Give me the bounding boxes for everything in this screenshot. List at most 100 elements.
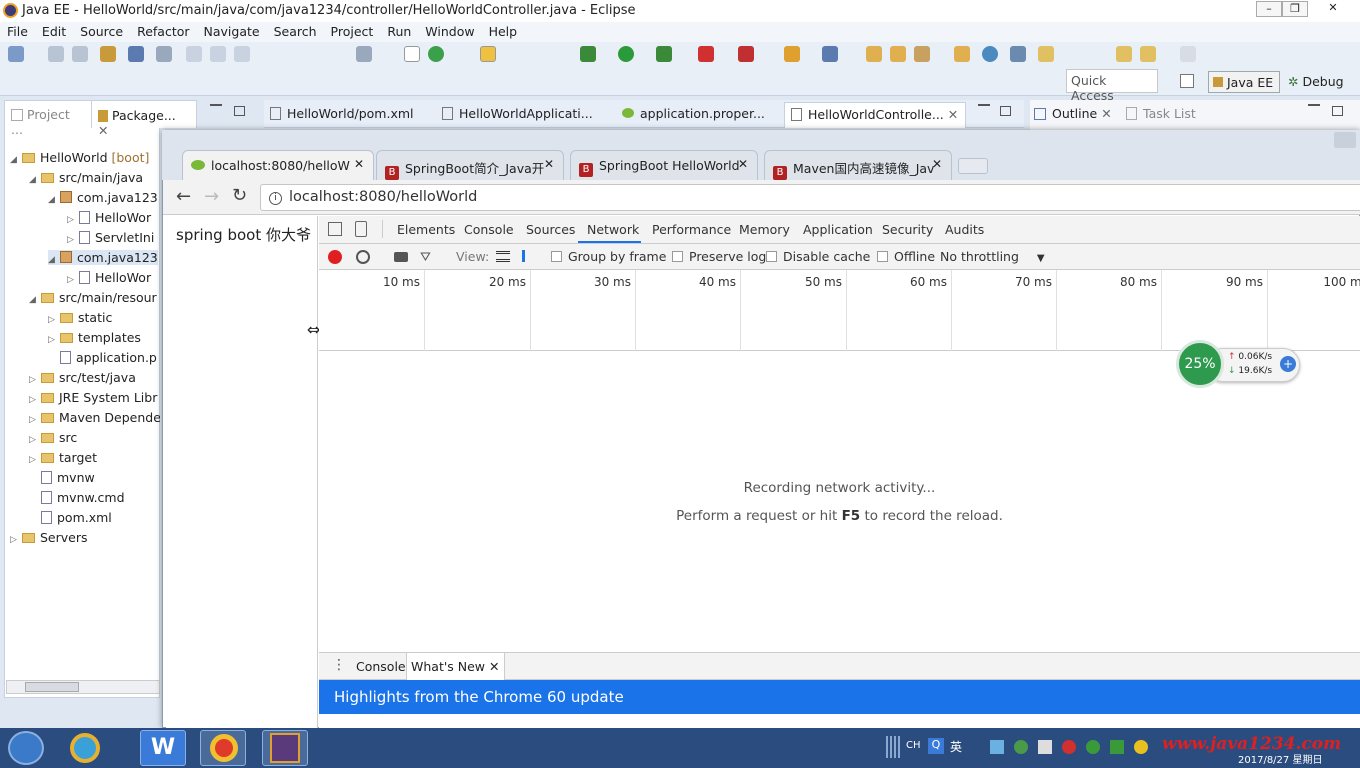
highlight-icon[interactable] xyxy=(480,46,496,62)
disable-cache-checkbox[interactable]: Disable cache xyxy=(766,249,870,264)
web-icon[interactable] xyxy=(428,46,444,62)
devtools-tab-sources[interactable]: Sources xyxy=(526,222,575,237)
new-icon[interactable] xyxy=(8,46,24,62)
devtools-tab-security[interactable]: Security xyxy=(882,222,933,237)
menu-edit[interactable]: Edit xyxy=(35,22,73,39)
tree-item[interactable]: ◢ HelloWorld [boot] xyxy=(10,150,149,165)
collapsed-arrow-icon[interactable]: ▷ xyxy=(48,335,60,345)
ime-search-icon[interactable]: Q xyxy=(928,738,944,754)
collapsed-arrow-icon[interactable]: ▷ xyxy=(29,375,41,385)
tray-shield-icon[interactable] xyxy=(1110,740,1124,754)
maximize-outline-icon[interactable] xyxy=(1332,106,1343,116)
menu-navigate[interactable]: Navigate xyxy=(197,22,267,39)
pin-icon[interactable] xyxy=(1038,46,1054,62)
tree-item[interactable]: mvnw.cmd xyxy=(29,490,125,505)
forward-icon[interactable] xyxy=(1180,46,1196,62)
expanded-arrow-icon[interactable]: ◢ xyxy=(48,255,60,265)
ime-english[interactable]: 英 xyxy=(950,738,962,755)
terminate-icon[interactable] xyxy=(234,46,250,62)
waterfall-icon[interactable] xyxy=(522,250,538,262)
large-rows-icon[interactable] xyxy=(496,251,510,262)
open-task-icon[interactable] xyxy=(890,46,906,62)
run-config-icon[interactable] xyxy=(656,46,672,62)
checkbox-box[interactable] xyxy=(877,251,888,262)
inspect-element-icon[interactable] xyxy=(328,222,342,236)
collapsed-arrow-icon[interactable]: ▷ xyxy=(29,415,41,425)
tree-item[interactable]: ▷ Maven Depende xyxy=(29,410,160,425)
tray-plus-icon[interactable] xyxy=(1134,740,1148,754)
open-type-icon[interactable] xyxy=(866,46,882,62)
collapsed-arrow-icon[interactable]: ▷ xyxy=(29,395,41,405)
horizontal-scrollbar[interactable] xyxy=(6,680,160,694)
clear-icon[interactable] xyxy=(356,250,370,264)
ime-ch[interactable]: CH xyxy=(906,740,921,751)
tray-globe-icon[interactable] xyxy=(1014,740,1028,754)
tree-item[interactable]: ▷ src/test/java xyxy=(29,370,136,385)
offline-checkbox[interactable]: Offline xyxy=(877,249,935,264)
devtools-tab-performance[interactable]: Performance xyxy=(652,222,731,237)
tab-task-list[interactable]: Task List xyxy=(1126,106,1196,128)
tree-item[interactable]: ◢ src/main/resour xyxy=(29,290,157,305)
tree-item[interactable]: ▷ src xyxy=(29,430,77,445)
chrome-tab-springboot-helloworld[interactable]: B SpringBoot HelloWorld xyxy=(570,150,758,180)
expanded-arrow-icon[interactable]: ◢ xyxy=(48,195,60,205)
stop-server-icon[interactable] xyxy=(698,46,714,62)
collapsed-arrow-icon[interactable]: ▷ xyxy=(67,215,79,225)
quick-access-input[interactable]: Quick Access xyxy=(1066,69,1158,103)
devtools-tab-memory[interactable]: Memory xyxy=(739,222,790,237)
screenshot-icon[interactable] xyxy=(394,252,408,262)
close-tab-icon[interactable]: ✕ xyxy=(1101,106,1111,121)
tray-security-icon[interactable] xyxy=(1086,740,1100,754)
tab-package-explorer[interactable]: Package... ✕ xyxy=(91,100,197,138)
group-by-frame-checkbox[interactable]: Group by frame xyxy=(551,249,666,264)
tree-item[interactable]: ▷ static xyxy=(48,310,112,325)
devtools-tab-network[interactable]: Network xyxy=(587,222,639,237)
maximize-view-icon[interactable] xyxy=(234,106,245,116)
close-tab-icon[interactable]: ✕ xyxy=(932,157,942,171)
collapsed-arrow-icon[interactable]: ▷ xyxy=(67,235,79,245)
taskbar-app-word[interactable]: W xyxy=(140,730,186,766)
open-perspective-icon[interactable] xyxy=(1180,74,1194,88)
build-icon[interactable] xyxy=(100,46,116,62)
collapsed-arrow-icon[interactable]: ▷ xyxy=(48,315,60,325)
editor-tab-controller[interactable]: HelloWorldControlle... ✕ xyxy=(784,102,966,128)
new-tab-button[interactable] xyxy=(958,158,988,174)
expanded-arrow-icon[interactable]: ◢ xyxy=(29,295,41,305)
minimize-button[interactable]: – xyxy=(1256,1,1282,17)
filter-icon[interactable]: ⛛ xyxy=(420,250,431,265)
skip-icon[interactable] xyxy=(156,46,172,62)
devtools-tab-elements[interactable]: Elements xyxy=(397,222,455,237)
tree-item[interactable]: application.p xyxy=(48,350,157,365)
format-icon[interactable] xyxy=(356,46,372,62)
tree-item[interactable]: ▷ templates xyxy=(48,330,141,345)
run-icon[interactable] xyxy=(618,46,634,62)
back-icon[interactable] xyxy=(1116,46,1132,62)
taskbar-app-eclipse[interactable] xyxy=(262,730,308,766)
menu-run[interactable]: Run xyxy=(380,22,418,39)
editor-tab-properties[interactable]: application.proper... xyxy=(622,106,765,128)
tree-item[interactable]: ▷ target xyxy=(29,450,97,465)
close-tab-icon[interactable]: ✕ xyxy=(948,107,958,122)
tree-item[interactable]: ◢ com.java123 xyxy=(48,250,158,265)
tree-item[interactable]: ◢ com.java123 xyxy=(48,190,158,205)
checkbox-box[interactable] xyxy=(551,251,562,262)
plus-icon[interactable]: + xyxy=(1280,356,1296,372)
toggle-icon[interactable] xyxy=(404,46,420,62)
close-tab-icon[interactable]: ✕ xyxy=(544,157,554,171)
minimize-outline-icon[interactable] xyxy=(1308,104,1320,106)
preserve-log-checkbox[interactable]: Preserve log xyxy=(672,249,766,264)
suspend-icon[interactable] xyxy=(210,46,226,62)
expanded-arrow-icon[interactable]: ◢ xyxy=(10,155,22,165)
chrome-tab-maven[interactable]: B Maven国内高速镜像_Jav xyxy=(764,150,952,180)
devtools-tab-console[interactable]: Console xyxy=(464,222,514,237)
menu-window[interactable]: Window xyxy=(418,22,481,39)
close-tab-icon[interactable]: ✕ xyxy=(738,157,748,171)
perspective-javaee[interactable]: Java EE xyxy=(1208,71,1280,93)
prev-icon[interactable] xyxy=(1140,46,1156,62)
tree-item[interactable]: ◢ src/main/java xyxy=(29,170,143,185)
tree-item[interactable]: pom.xml xyxy=(29,510,112,525)
new-class-icon[interactable] xyxy=(822,46,838,62)
search-icon[interactable] xyxy=(914,46,930,62)
menu-project[interactable]: Project xyxy=(324,22,381,39)
info-icon[interactable]: i xyxy=(269,192,282,205)
